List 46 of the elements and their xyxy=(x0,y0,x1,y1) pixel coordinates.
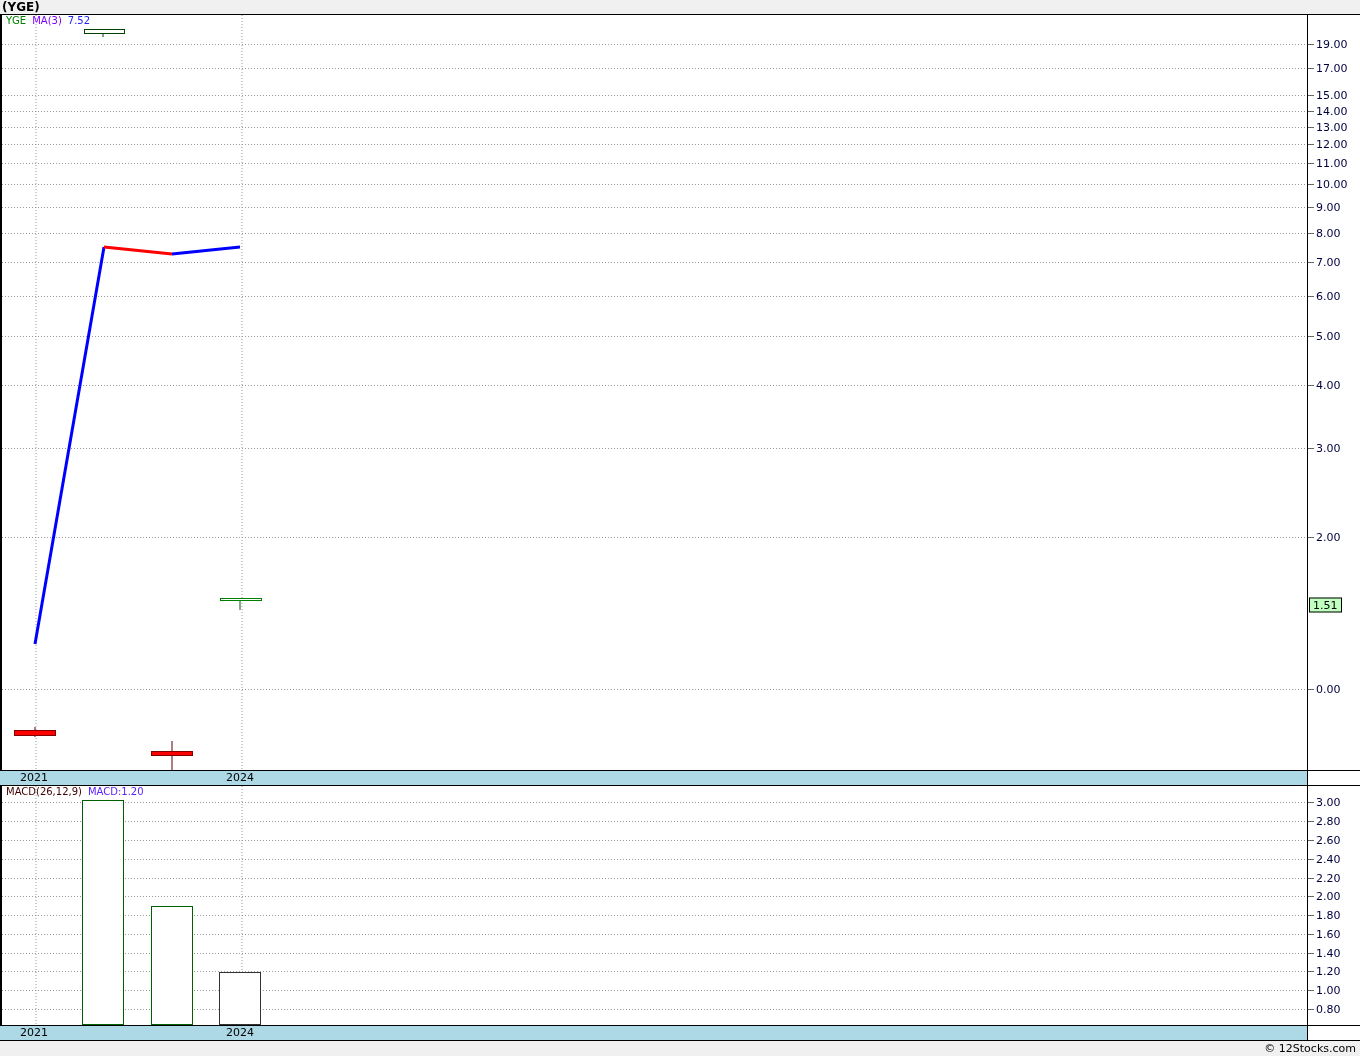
macd-axis-label: 0.80 xyxy=(1316,1002,1341,1016)
price-axis-label: 8.00 xyxy=(1316,226,1341,240)
macd-axis-label: 1.40 xyxy=(1316,946,1341,960)
price-axis-label: 15.00 xyxy=(1316,88,1348,102)
last-price-tag: 1.51 xyxy=(1309,597,1342,613)
legend-label: YGE xyxy=(6,15,27,27)
price-axis-label: 6.00 xyxy=(1316,289,1341,303)
legend-label: 7.52 xyxy=(67,15,91,27)
price-axis-label: 19.00 xyxy=(1316,37,1348,51)
price-axis-label: 9.00 xyxy=(1316,200,1341,214)
macd-axis-label: 2.20 xyxy=(1316,871,1341,885)
macd-axis-label: 1.00 xyxy=(1316,983,1341,997)
price-axis-label: 14.00 xyxy=(1316,104,1348,118)
legend-label: MACD(26,12,9) xyxy=(6,786,82,798)
macd-axis-label: 2.40 xyxy=(1316,852,1341,866)
macd-axis-label: 2.60 xyxy=(1316,833,1341,847)
macd-axis-label: 1.80 xyxy=(1316,908,1341,922)
candlestick xyxy=(14,726,56,738)
legend-label: MA(3) xyxy=(32,15,62,27)
chart-title: (YGE) xyxy=(1,0,41,14)
price-axis-label: 17.00 xyxy=(1316,61,1348,75)
price-axis-label: 10.00 xyxy=(1316,177,1348,191)
price-axis-label: 11.00 xyxy=(1316,156,1348,170)
candlestick xyxy=(220,598,262,611)
price-axis-label: 12.00 xyxy=(1316,137,1348,151)
price-axis-label: 5.00 xyxy=(1316,329,1341,343)
candlestick xyxy=(151,740,193,770)
price-axis-label: 7.00 xyxy=(1316,255,1341,269)
date-label: 2024 xyxy=(226,771,254,784)
candlestick xyxy=(84,29,125,38)
macd-axis-label: 3.00 xyxy=(1316,795,1341,809)
macd-axis-label: 1.20 xyxy=(1316,964,1341,978)
macd-axis-label: 1.60 xyxy=(1316,927,1341,941)
date-label: 2021 xyxy=(20,1026,48,1039)
price-axis-label: 0.00 xyxy=(1316,682,1341,696)
price-axis-label: 3.00 xyxy=(1316,441,1341,455)
price-axis-label: 2.00 xyxy=(1316,530,1341,544)
macd-axis-label: 2.80 xyxy=(1316,814,1341,828)
macd-bar xyxy=(219,972,261,1025)
date-label: 2021 xyxy=(20,771,48,784)
date-label: 2024 xyxy=(226,1026,254,1039)
price-axis-label: 13.00 xyxy=(1316,120,1348,134)
copyright-credit: © 12Stocks.com xyxy=(1264,1042,1356,1055)
legend-label: MACD:1.20 xyxy=(87,786,144,798)
price-axis-label: 4.00 xyxy=(1316,378,1341,392)
macd-axis-label: 2.00 xyxy=(1316,889,1341,903)
